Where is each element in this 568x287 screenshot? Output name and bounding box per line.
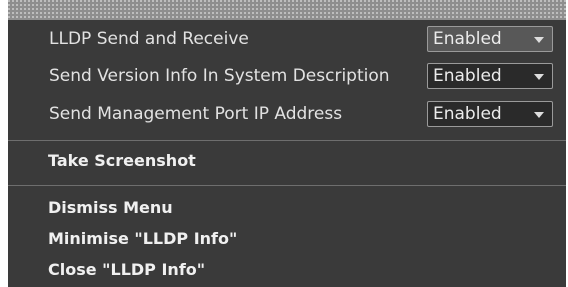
menu-body: LLDP Send and Receive Enabled Send Versi… [8,20,566,287]
setting-row-send-mgmt-ip: Send Management Port IP Address Enabled [8,101,566,128]
setting-label: LLDP Send and Receive [49,29,249,49]
take-screenshot-item[interactable]: Take Screenshot [48,151,196,171]
send-mgmt-ip-select[interactable]: Enabled [427,101,553,127]
send-version-info-select[interactable]: Enabled [427,63,553,89]
chevron-down-icon [534,37,544,43]
menu-separator [8,140,566,141]
select-value: Enabled [433,66,502,86]
setting-row-send-version-info: Send Version Info In System Description … [8,63,566,90]
chevron-down-icon [534,74,544,80]
setting-row-lldp-send-receive: LLDP Send and Receive Enabled [8,26,566,53]
dismiss-menu-item[interactable]: Dismiss Menu [48,198,173,218]
setting-label: Send Version Info In System Description [49,66,390,86]
close-window-item[interactable]: Close "LLDP Info" [48,260,205,280]
menu-separator [8,185,566,186]
select-value: Enabled [433,104,502,124]
minimise-window-item[interactable]: Minimise "LLDP Info" [48,229,237,249]
setting-label: Send Management Port IP Address [49,104,343,124]
menu-top-edge [8,0,566,20]
chevron-down-icon [534,112,544,118]
context-menu: LLDP Send and Receive Enabled Send Versi… [8,0,566,287]
select-value: Enabled [433,29,502,49]
lldp-send-receive-select[interactable]: Enabled [427,26,553,52]
